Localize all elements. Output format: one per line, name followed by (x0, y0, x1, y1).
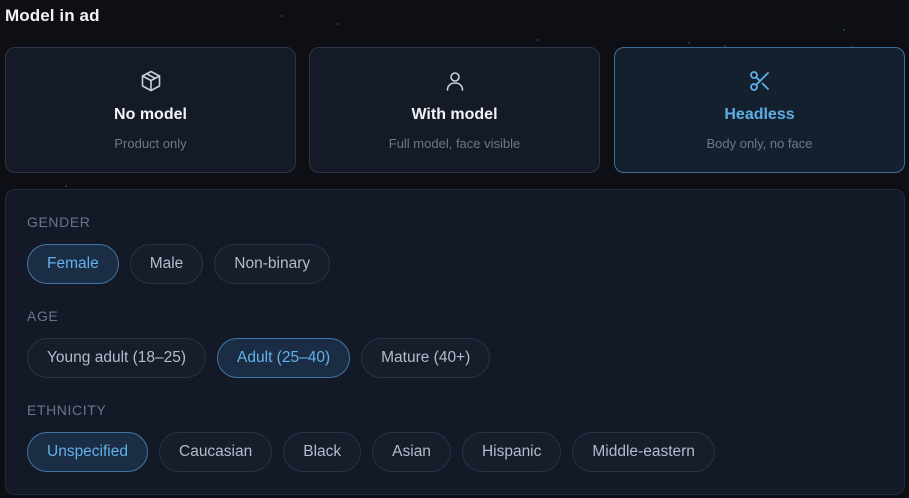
person-icon (442, 68, 468, 94)
scissors-icon (747, 68, 773, 94)
model-option-title: Headless (724, 106, 795, 123)
age-chip-adult[interactable]: Adult (25–40) (217, 338, 351, 378)
age-label: AGE (27, 308, 59, 324)
gender-chip-non-binary[interactable]: Non-binary (214, 244, 331, 284)
model-option-title: No model (114, 106, 187, 123)
model-option-no-model[interactable]: No model Product only (5, 47, 296, 173)
model-option-with-model[interactable]: With model Full model, face visible (309, 47, 600, 173)
model-attributes-panel: GENDER Female Male Non-binary AGE Young … (5, 189, 905, 495)
model-option-headless[interactable]: Headless Body only, no face (614, 47, 905, 173)
gender-label: GENDER (27, 214, 91, 230)
model-option-subtitle: Body only, no face (706, 136, 813, 151)
model-option-subtitle: Product only (114, 136, 187, 151)
ethnicity-chip-unspecified[interactable]: Unspecified (27, 432, 148, 472)
model-option-title: With model (411, 106, 498, 123)
ethnicity-chip-middle-eastern[interactable]: Middle-eastern (572, 432, 715, 472)
gender-chip-female[interactable]: Female (27, 244, 119, 284)
model-option-subtitle: Full model, face visible (388, 136, 521, 151)
age-chip-mature[interactable]: Mature (40+) (361, 338, 491, 378)
age-chip-young-adult[interactable]: Young adult (18–25) (27, 338, 207, 378)
gender-options: Female Male Non-binary (27, 244, 331, 284)
model-options: No model Product only With model Full mo… (5, 47, 905, 173)
age-options: Young adult (18–25) Adult (25–40) Mature… (27, 338, 491, 378)
ethnicity-chip-caucasian[interactable]: Caucasian (159, 432, 273, 472)
ethnicity-options: Unspecified Caucasian Black Asian Hispan… (27, 432, 715, 472)
ethnicity-chip-black[interactable]: Black (283, 432, 362, 472)
ethnicity-chip-asian[interactable]: Asian (372, 432, 451, 472)
box-icon (138, 68, 164, 94)
gender-chip-male[interactable]: Male (129, 244, 204, 284)
ethnicity-label: ETHNICITY (27, 402, 107, 418)
ethnicity-chip-hispanic[interactable]: Hispanic (461, 432, 562, 472)
section-title: Model in ad (5, 6, 100, 25)
